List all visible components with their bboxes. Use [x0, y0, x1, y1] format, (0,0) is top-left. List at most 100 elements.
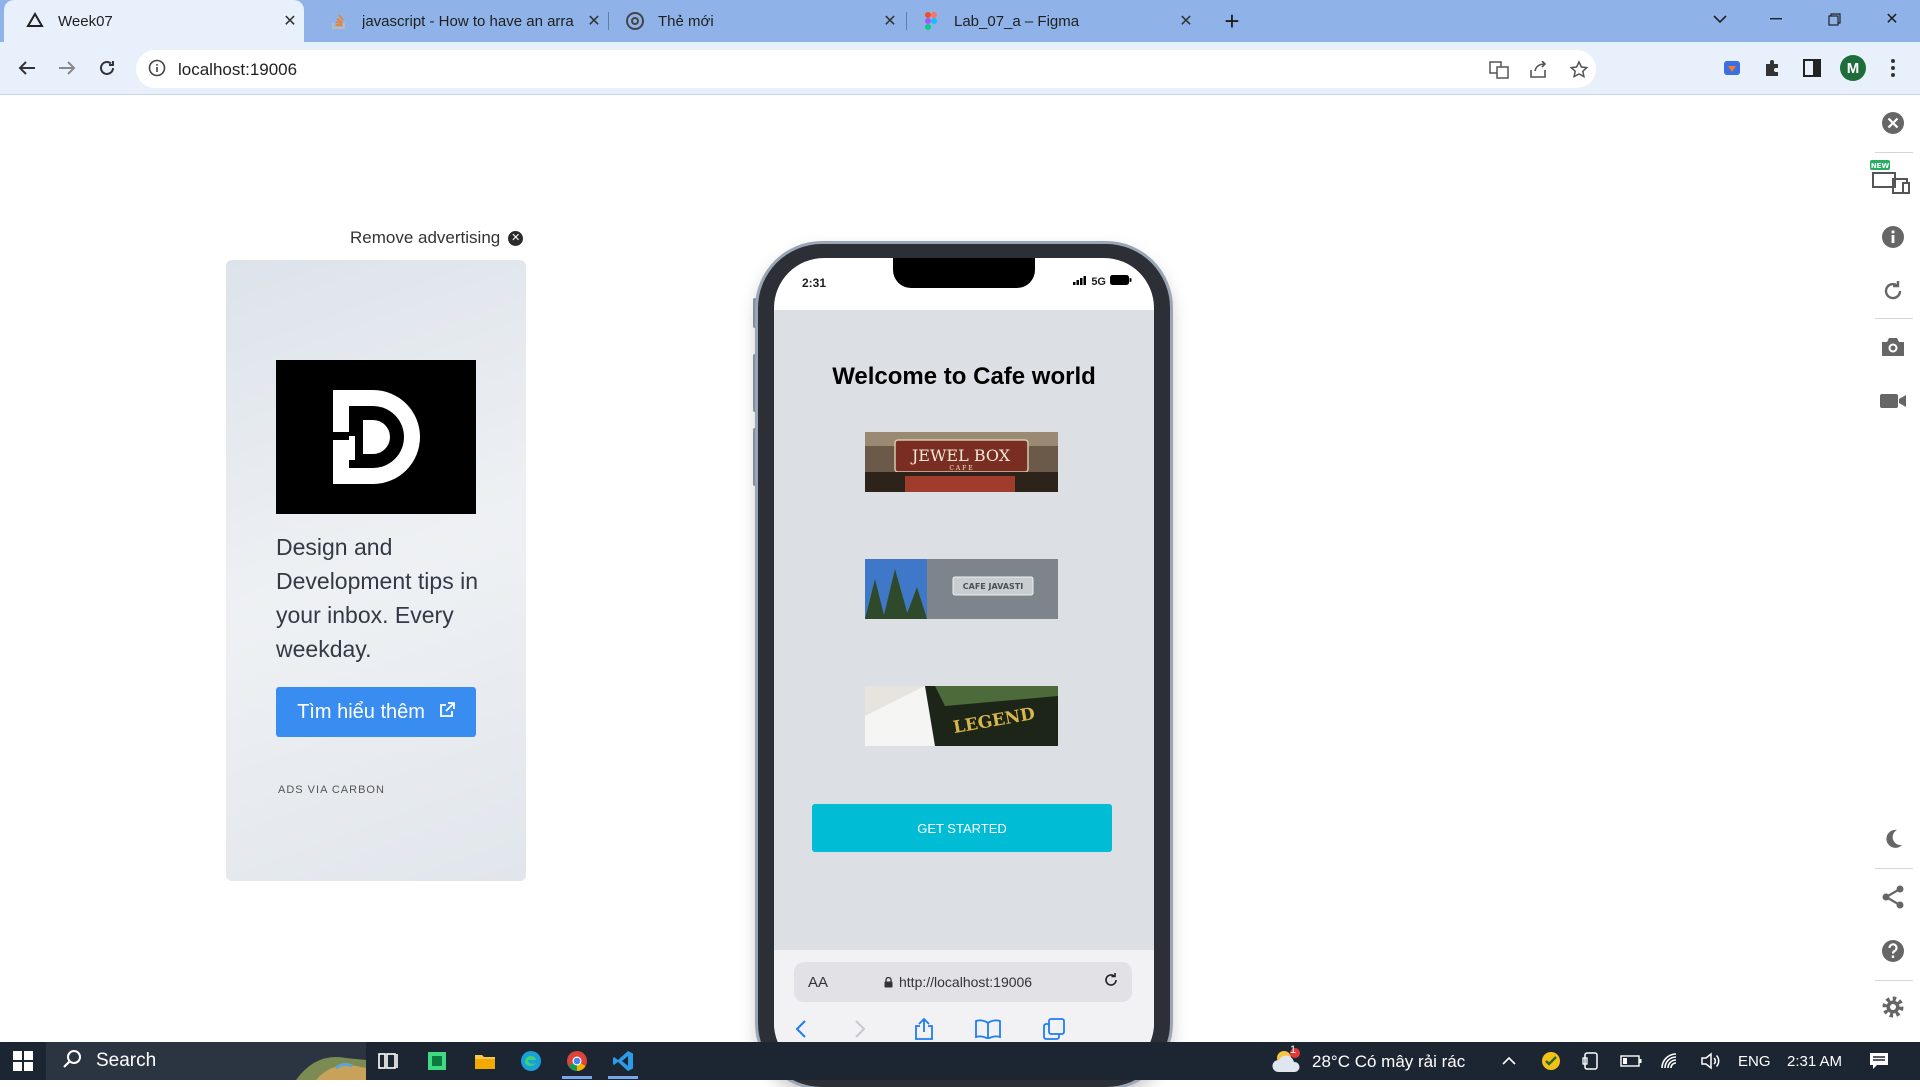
safari-forward-icon[interactable]	[842, 1014, 878, 1044]
network-type: 5G	[1091, 275, 1106, 288]
tab-title: Week07	[58, 12, 113, 30]
reader-aa-button[interactable]: AA	[808, 974, 828, 991]
edge-icon[interactable]	[516, 1046, 546, 1076]
info-icon[interactable]	[1878, 222, 1908, 252]
notifications-icon[interactable]	[1864, 1046, 1894, 1076]
side-panel-icon[interactable]	[1796, 52, 1828, 84]
learn-more-button[interactable]: Tìm hiểu thêm	[276, 687, 476, 737]
tab-new[interactable]: Thẻ mới ✕	[604, 0, 904, 42]
tab-search-icon[interactable]	[1692, 0, 1748, 38]
active-app-indicator	[562, 1076, 592, 1079]
video-camera-icon[interactable]	[1878, 386, 1908, 416]
url-text[interactable]: localhost:19006	[178, 60, 297, 80]
reload-icon[interactable]	[91, 52, 123, 84]
tab-javascript[interactable]: javascript - How to have an arra ✕	[308, 0, 608, 42]
wifi-icon[interactable]	[1656, 1046, 1686, 1076]
taskbar-search[interactable]: Search	[46, 1042, 366, 1080]
close-window-icon[interactable]: ✕	[1864, 0, 1920, 38]
responsive-devices-icon[interactable]: NEW	[1868, 160, 1912, 194]
extension-fox-icon[interactable]	[1716, 52, 1748, 84]
address-bar[interactable]: localhost:19006	[136, 50, 1596, 88]
get-started-button[interactable]: GET STARTED	[812, 804, 1112, 852]
battery-tray-icon[interactable]	[1616, 1046, 1646, 1076]
dark-mode-moon-icon[interactable]	[1878, 824, 1908, 854]
phone-notch	[893, 258, 1035, 288]
close-tab-icon[interactable]: ✕	[276, 11, 304, 31]
bookmark-star-icon[interactable]	[1568, 59, 1590, 81]
profile-avatar[interactable]: M	[1837, 52, 1869, 84]
file-explorer-icon[interactable]	[470, 1046, 500, 1076]
close-tab-icon[interactable]: ✕	[1172, 11, 1200, 31]
remove-advertising-link[interactable]: Remove advertising ✕	[350, 228, 524, 248]
meet-now-icon[interactable]	[1576, 1046, 1606, 1076]
external-link-icon	[439, 701, 455, 724]
search-icon	[62, 1049, 82, 1074]
site-info-icon[interactable]	[148, 59, 166, 82]
show-hidden-icons-chevron-icon[interactable]	[1494, 1046, 1524, 1076]
cafe-app: Welcome to Cafe world JEWEL BOX C A F E	[774, 310, 1154, 950]
cafe-image-legend[interactable]: LEGEND	[865, 686, 1058, 746]
camera-icon[interactable]	[1878, 332, 1908, 362]
input-language[interactable]: ENG	[1738, 1053, 1771, 1070]
menu-kebab-icon[interactable]	[1877, 52, 1909, 84]
carbon-ad[interactable]: Design and Development tips in your inbo…	[226, 260, 526, 881]
welcome-title: Welcome to Cafe world	[832, 363, 1096, 390]
volume-icon[interactable]	[1696, 1046, 1726, 1076]
vscode-icon[interactable]	[608, 1046, 638, 1076]
tab-title: Lab_07_a – Figma	[954, 12, 1080, 30]
task-view-icon[interactable]	[374, 1046, 404, 1076]
cafe-sign-sub: C A F E	[949, 465, 972, 472]
safari-back-icon[interactable]	[783, 1014, 819, 1044]
share-nodes-icon[interactable]	[1878, 882, 1908, 912]
active-app-indicator	[608, 1076, 638, 1079]
avatar: M	[1840, 55, 1866, 81]
cafe-image-javasti[interactable]: CAFE JAVASTI	[865, 559, 1058, 619]
weather-icon[interactable]	[1272, 1046, 1302, 1076]
phone-volume-down	[753, 428, 757, 486]
minimize-icon[interactable]	[1748, 0, 1804, 38]
sidebar-divider	[1875, 318, 1913, 319]
page-content: Remove advertising ✕ Design and Developm…	[0, 96, 1920, 1087]
share-icon[interactable]	[1528, 59, 1550, 81]
tab-figma[interactable]: Lab_07_a – Figma ✕	[900, 0, 1200, 42]
search-highlight-image	[286, 1048, 366, 1085]
norton-tray-icon[interactable]	[1536, 1046, 1566, 1076]
sidebar-divider	[1875, 868, 1913, 869]
settings-gear-icon[interactable]	[1878, 992, 1908, 1022]
remove-advertising-label: Remove advertising	[350, 228, 501, 247]
safari-reload-icon[interactable]	[1102, 971, 1120, 994]
close-panel-icon[interactable]	[1878, 108, 1908, 138]
clock[interactable]: 2:31 AM	[1787, 1053, 1842, 1070]
weather-badge: 1	[1290, 1044, 1297, 1056]
sidebar-divider	[1875, 152, 1913, 153]
windows-start-icon[interactable]	[8, 1046, 38, 1076]
safari-share-icon[interactable]	[906, 1014, 942, 1044]
windows-taskbar: Search 1 28°C Có mây rải rác ENG 2:31 AM	[0, 1042, 1920, 1080]
cafe-image-jewel-box[interactable]: JEWEL BOX C A F E	[865, 432, 1058, 492]
safari-address-bar[interactable]: AA http://localhost:19006	[794, 962, 1132, 1002]
rotate-icon[interactable]	[1878, 276, 1908, 306]
forward-icon[interactable]	[51, 52, 83, 84]
translate-icon[interactable]	[1488, 59, 1510, 81]
safari-url-text: http://localhost:19006	[899, 974, 1033, 990]
tab-week07[interactable]: Week07 ✕	[4, 0, 304, 42]
android-studio-icon[interactable]	[422, 1046, 452, 1076]
chrome-taskbar-icon[interactable]	[562, 1046, 592, 1076]
get-started-label: GET STARTED	[917, 820, 1007, 836]
phone-volume-up	[753, 354, 757, 412]
safari-bookmarks-icon[interactable]	[970, 1014, 1006, 1044]
weather-text[interactable]: 28°C Có mây rải rác	[1312, 1052, 1465, 1072]
phone-screen: 2:31 5G Welcome to Cafe world JEWEL BOX …	[774, 258, 1154, 1073]
learn-more-label: Tìm hiểu thêm	[297, 700, 425, 723]
ads-via-carbon[interactable]: ADS VIA CARBON	[278, 784, 385, 796]
lock-icon	[884, 976, 893, 987]
tab-strip: Week07 ✕ javascript - How to have an arr…	[0, 0, 1920, 42]
help-icon[interactable]	[1878, 936, 1908, 966]
extensions-puzzle-icon[interactable]	[1756, 52, 1788, 84]
new-tab-button[interactable]: +	[1216, 6, 1248, 36]
back-icon[interactable]	[11, 52, 43, 84]
safari-tabs-icon[interactable]	[1036, 1014, 1072, 1044]
iphone-frame: 2:31 5G Welcome to Cafe world JEWEL BOX …	[758, 244, 1170, 1087]
d-logo-icon	[333, 390, 420, 484]
restore-icon[interactable]	[1806, 0, 1862, 38]
